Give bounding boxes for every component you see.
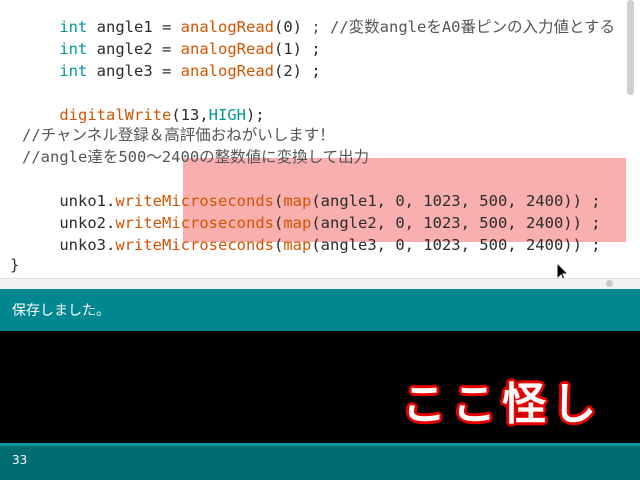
footer-bar: 33 bbox=[0, 443, 640, 480]
status-bar: 保存しました。 bbox=[0, 289, 640, 331]
code-line-unko3: unko3.writeMicroseconds(map(angle3, 0, 1… bbox=[59, 236, 601, 254]
footer-accent-line bbox=[0, 443, 640, 446]
mouse-pointer-icon bbox=[556, 262, 570, 278]
code-closing-brace: } bbox=[10, 256, 20, 274]
status-message: 保存しました。 bbox=[12, 303, 110, 319]
editor-scrollbar[interactable] bbox=[627, 0, 634, 95]
code-editor[interactable]: int angle1 = analogRead(0) ; //変数angleをA… bbox=[0, 0, 640, 278]
code-comment-1: //チャンネル登録＆高評価おねがいします！ bbox=[22, 126, 335, 144]
video-subtitle: ここ怪し bbox=[402, 379, 602, 430]
editor-divider[interactable] bbox=[0, 278, 640, 289]
code-comment-2: //angle達を500〜2400の整数値に変換して出力 bbox=[22, 148, 370, 166]
divider-handle-icon[interactable] bbox=[606, 280, 613, 287]
line-number: 33 bbox=[12, 453, 28, 467]
